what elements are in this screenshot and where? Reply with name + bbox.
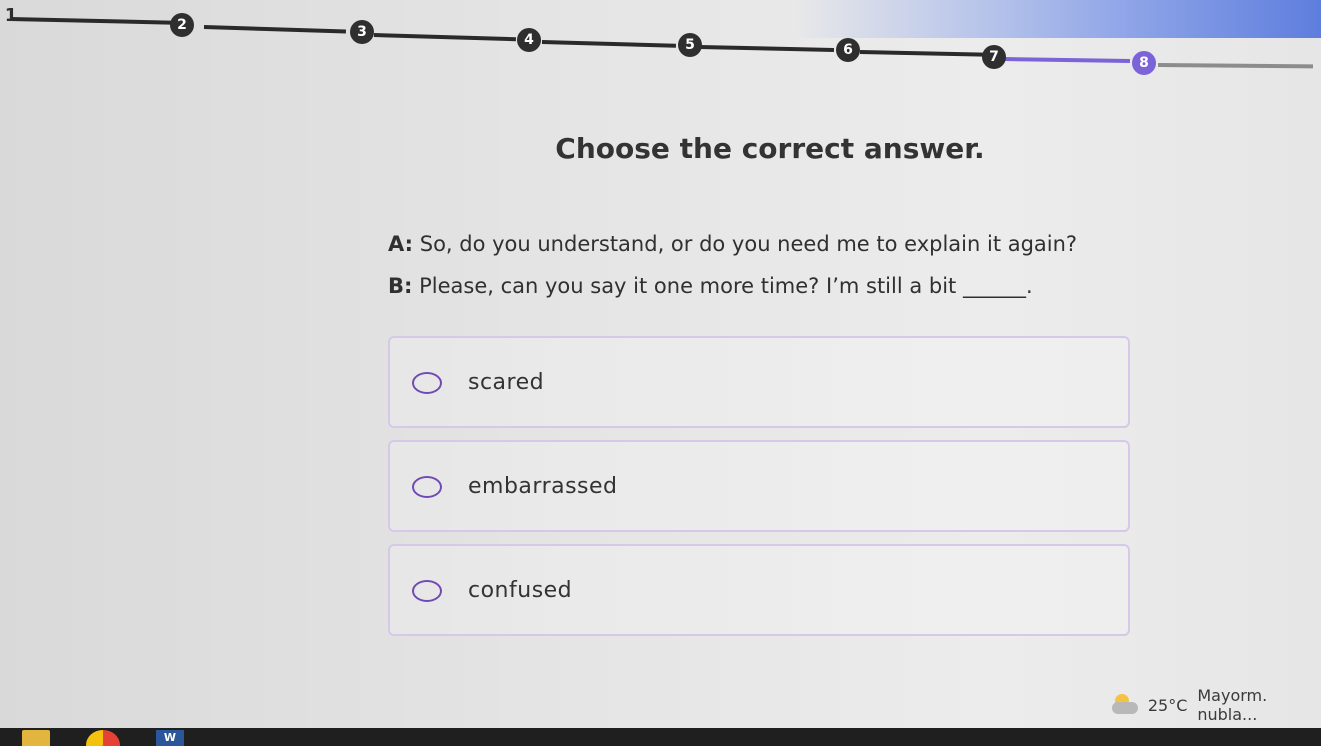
progress-step-4[interactable]: 4: [517, 28, 541, 52]
speaker-b: B:: [388, 274, 413, 298]
taskbar-weather[interactable]: 25°C Mayorm. nubla...: [1112, 686, 1321, 724]
progress-step-5[interactable]: 5: [678, 33, 702, 57]
progress-segment: [859, 50, 985, 57]
radio-button[interactable]: [412, 580, 442, 602]
chrome-icon[interactable]: [86, 730, 120, 746]
progress-step-7[interactable]: 7: [982, 45, 1006, 69]
radio-button[interactable]: [412, 372, 442, 394]
progress-tracker: 1 2 3 4 5 6 7 8: [0, 0, 1321, 90]
progress-segment: [203, 25, 346, 34]
answer-label: confused: [468, 578, 573, 603]
weather-description: Mayorm. nubla...: [1197, 686, 1268, 724]
answer-option-confused[interactable]: confused: [388, 544, 1130, 636]
progress-step-8-current[interactable]: 8: [1132, 51, 1156, 75]
dialogue-text-b: Please, can you say it one more time? I’…: [419, 274, 1033, 298]
progress-segment: [9, 17, 181, 25]
folder-icon[interactable]: [22, 730, 50, 746]
progress-step-6[interactable]: 6: [836, 38, 860, 62]
partly-cloudy-icon: [1112, 694, 1138, 714]
dialogue-text-a: So, do you understand, or do you need me…: [419, 232, 1078, 256]
question-title: Choose the correct answer.: [555, 132, 985, 165]
progress-segment-active: [1003, 57, 1131, 63]
speaker-a: A:: [388, 232, 414, 256]
weather-temperature: 25°C: [1147, 695, 1188, 715]
word-icon[interactable]: W: [156, 730, 184, 746]
dialogue-line-a: A: So, do you understand, or do you need…: [388, 232, 1188, 256]
progress-step-1[interactable]: 1: [2, 5, 20, 26]
taskbar: W: [0, 728, 1321, 746]
progress-segment-remaining: [1157, 63, 1314, 69]
progress-step-2[interactable]: 2: [170, 13, 194, 37]
dialogue: A: So, do you understand, or do you need…: [388, 232, 1188, 316]
answer-label: embarrassed: [468, 474, 618, 499]
dialogue-line-b: B: Please, can you say it one more time?…: [388, 274, 1188, 298]
progress-segment: [541, 40, 677, 48]
answer-option-scared[interactable]: scared: [388, 336, 1130, 428]
radio-button[interactable]: [412, 476, 442, 498]
progress-segment: [699, 45, 835, 53]
progress-segment: [373, 33, 516, 42]
answer-label: scared: [468, 370, 545, 395]
progress-step-3[interactable]: 3: [350, 20, 374, 44]
answer-option-embarrassed[interactable]: embarrassed: [388, 440, 1130, 532]
